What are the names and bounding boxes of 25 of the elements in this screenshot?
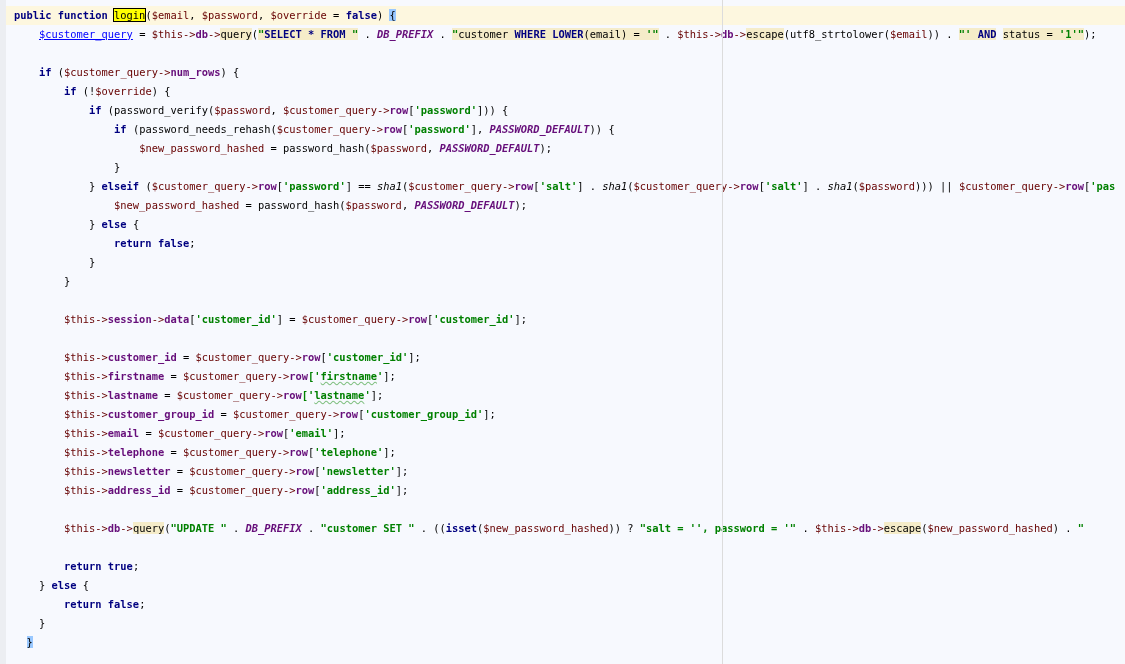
code-line: $this->lastname = $customer_query->row['lastname']; <box>63 388 385 404</box>
code-line: } <box>88 255 97 270</box>
code-line: $this->customer_id = $customer_query->row['customer_id']; <box>63 350 422 366</box>
code-line: $this->firstname = $customer_query->row['firstname']; <box>63 369 397 385</box>
code-line: } <box>63 274 72 289</box>
code-line: } else { <box>38 578 91 593</box>
code-line: $this->customer_group_id = $customer_query->row['customer_group_id']; <box>63 407 497 423</box>
code-line: } elseif ($customer_query->row['password'] == sha1($customer_query->row['salt'] . sha1($customer_query->row['salt'] . sha1($password))) || $customer_query->row['pas <box>88 179 1117 195</box>
code-line: return false; <box>63 597 147 612</box>
code-line: $this->email = $customer_query->row['email']; <box>63 426 347 442</box>
code-line: return false; <box>113 236 197 251</box>
code-line: if (!$override) { <box>63 84 172 99</box>
code-line: $this->newsletter = $customer_query->row['newsletter']; <box>63 464 410 480</box>
code-line: return true; <box>63 559 141 574</box>
code-line: } <box>113 160 122 175</box>
code-line: $new_password_hashed = password_hash($password, PASSWORD_DEFAULT); <box>113 198 528 214</box>
code-line: } <box>38 616 47 631</box>
code-line: $new_password_hashed = password_hash($password, PASSWORD_DEFAULT); <box>138 141 554 157</box>
code-line: $this->telephone = $customer_query->row['telephone']; <box>63 445 397 461</box>
code-line: if (password_verify($password, $customer_query->row['password'])) { <box>88 103 510 119</box>
code-line: if ($customer_query->num_rows) { <box>38 65 241 81</box>
code-line: if (password_needs_rehash($customer_query->row['password'], PASSWORD_DEFAULT)) { <box>113 122 616 138</box>
code-line: $this->session->data['customer_id'] = $customer_query->row['customer_id']; <box>63 312 529 328</box>
code-line: } else { <box>88 217 141 232</box>
code-line: $this->address_id = $customer_query->row['address_id']; <box>63 483 410 499</box>
